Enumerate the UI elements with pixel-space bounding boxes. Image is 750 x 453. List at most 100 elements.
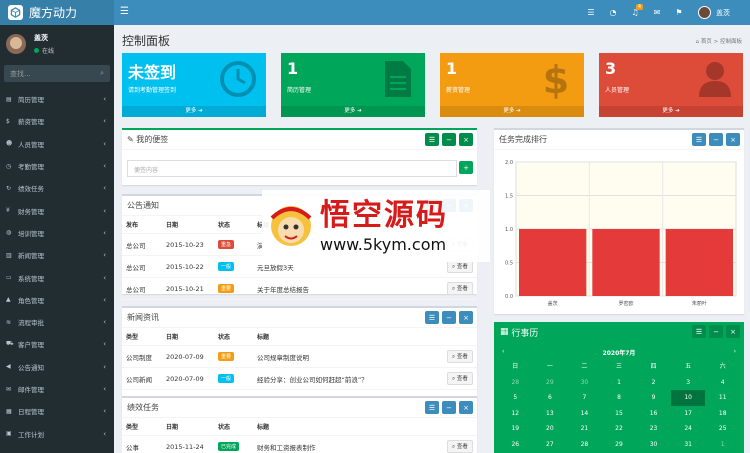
collapse-button[interactable]: − xyxy=(709,325,723,338)
calendar-day[interactable]: 29 xyxy=(533,375,568,391)
close-button[interactable]: × xyxy=(726,325,740,338)
calendar-day[interactable]: 28 xyxy=(567,437,602,453)
cell-title[interactable]: 关于年度总结报告 xyxy=(253,277,443,300)
calendar-day[interactable]: 4 xyxy=(705,375,740,391)
sidebar-item-dollar[interactable]: $ 薪资管理 ‹ xyxy=(0,110,114,132)
calendar-day[interactable]: 20 xyxy=(533,421,568,437)
stat-more-link[interactable]: 更多 ➔ xyxy=(281,106,425,117)
sidebar-item-news[interactable]: ▥ 新闻管理 ‹ xyxy=(0,244,114,266)
calendar-day[interactable]: 3 xyxy=(671,375,706,391)
calendar-day[interactable]: 15 xyxy=(602,406,637,422)
calendar-day[interactable]: 22 xyxy=(602,421,637,437)
logo[interactable]: 魔方动力 xyxy=(0,0,114,25)
list-button[interactable]: ☰ xyxy=(425,311,439,324)
sidebar-item-flow[interactable]: ≋ 流程审批 ‹ xyxy=(0,311,114,333)
envelope-icon[interactable]: ✉ xyxy=(646,8,668,17)
view-button[interactable]: ⌕ 查看 xyxy=(447,350,473,363)
collapse-button[interactable]: − xyxy=(442,401,456,414)
list-button[interactable]: ☰ xyxy=(425,133,439,146)
sidebar-item-briefcase[interactable]: ▣ 工作计划 ‹ xyxy=(0,422,114,444)
sidebar-item-calendar[interactable]: ▦ 日程管理 ‹ xyxy=(0,400,114,422)
close-button[interactable]: × xyxy=(459,311,473,324)
chat-icon[interactable]: ◔ xyxy=(602,8,624,17)
bar[interactable] xyxy=(592,229,660,296)
calendar-day[interactable]: 30 xyxy=(567,375,602,391)
calendar-day[interactable]: 26 xyxy=(498,437,533,453)
sidebar-item-globe[interactable]: ◍ 培训管理 ‹ xyxy=(0,222,114,244)
x-tick-label: 朱丽叶 xyxy=(692,300,707,307)
list-icon[interactable]: ☰ xyxy=(580,8,602,17)
user-menu[interactable]: 盖茨 xyxy=(698,6,730,19)
calendar-day[interactable]: 23 xyxy=(636,421,671,437)
sidebar-item-folder[interactable]: ▰文档管理‹ xyxy=(0,445,114,453)
calendar-day[interactable]: 17 xyxy=(671,406,706,422)
bell-icon[interactable]: ♫ 4 xyxy=(624,4,646,17)
collapse-button[interactable]: − xyxy=(442,311,456,324)
sidebar-item-user[interactable]: ☻ 人员管理 ‹ xyxy=(0,133,114,155)
cell-title[interactable]: 公司规章制度说明 xyxy=(253,345,443,368)
calendar-day[interactable]: 7 xyxy=(567,390,602,406)
calendar-day[interactable]: 16 xyxy=(636,406,671,422)
cell-title[interactable]: 财务和工资报表制作 xyxy=(253,435,443,453)
calendar-day[interactable]: 25 xyxy=(705,421,740,437)
news-title: 新闻资讯 xyxy=(127,313,159,322)
calendar-day[interactable]: 18 xyxy=(705,406,740,422)
sidebar-item-cart[interactable]: ⛟ 客户管理 ‹ xyxy=(0,333,114,355)
flag-icon[interactable]: ⚑ xyxy=(668,8,690,17)
cell-title[interactable]: 经验分享：创业公司如何赶超“前浪”？ xyxy=(253,367,443,390)
view-button[interactable]: ⌕ 查看 xyxy=(447,282,473,295)
sidebar-item-graduation[interactable]: ▲ 角色管理 ‹ xyxy=(0,289,114,311)
calendar-today[interactable]: 10 xyxy=(670,390,706,406)
calendar-day[interactable]: 11 xyxy=(705,390,740,406)
calendar-day[interactable]: 5 xyxy=(498,390,533,406)
list-button[interactable]: ☰ xyxy=(425,401,439,414)
bar[interactable] xyxy=(519,229,587,296)
calendar-day[interactable]: 28 xyxy=(498,375,533,391)
sidebar-item-mail[interactable]: ✉ 邮件管理 ‹ xyxy=(0,378,114,400)
close-button[interactable]: × xyxy=(726,133,740,146)
prev-month-button[interactable]: ‹ xyxy=(502,348,504,357)
bar[interactable] xyxy=(665,229,733,296)
calendar-day[interactable]: 24 xyxy=(671,421,706,437)
calendar-day[interactable]: 27 xyxy=(533,437,568,453)
close-button[interactable]: × xyxy=(459,133,473,146)
add-memo-button[interactable]: + xyxy=(459,161,473,174)
calendar-day[interactable]: 19 xyxy=(498,421,533,437)
collapse-button[interactable]: − xyxy=(709,133,723,146)
dollar-icon: $ xyxy=(6,117,10,125)
sidebar-item-money[interactable]: ¥ 财务管理 ‹ xyxy=(0,199,114,221)
stat-more-link[interactable]: 更多 ➔ xyxy=(599,106,743,117)
next-month-button[interactable]: › xyxy=(734,348,736,357)
calendar-day[interactable]: 14 xyxy=(567,406,602,422)
calendar-day[interactable]: 30 xyxy=(636,437,671,453)
stat-more-link[interactable]: 更多 ➔ xyxy=(122,106,266,117)
calendar-day[interactable]: 1 xyxy=(705,437,740,453)
sidebar-item-bullhorn[interactable]: ◀ 公告通知 ‹ xyxy=(0,356,114,378)
list-button[interactable]: ☰ xyxy=(692,325,706,338)
breadcrumb-home[interactable]: 首页 xyxy=(701,39,712,45)
calendar-day[interactable]: 31 xyxy=(671,437,706,453)
collapse-button[interactable]: − xyxy=(442,133,456,146)
calendar-day[interactable]: 6 xyxy=(533,390,568,406)
memo-input[interactable]: 便签内容 xyxy=(127,160,457,177)
sidebar-item-file[interactable]: ▤ 简历管理 ‹ xyxy=(0,88,114,110)
stat-more-link[interactable]: 更多 ➔ xyxy=(440,106,584,117)
sidebar-item-refresh[interactable]: ↻ 绩效任务 ‹ xyxy=(0,177,114,199)
view-button[interactable]: ⌕ 查看 xyxy=(447,372,473,385)
calendar-day[interactable]: 12 xyxy=(498,406,533,422)
sidebar-item-clock[interactable]: ◷ 考勤管理 ‹ xyxy=(0,155,114,177)
calendar-day[interactable]: 13 xyxy=(533,406,568,422)
calendar-day[interactable]: 9 xyxy=(636,390,671,406)
sidebar-item-desktop[interactable]: ▭ 系统管理 ‹ xyxy=(0,266,114,288)
calendar-day[interactable]: 21 xyxy=(567,421,602,437)
calendar-day[interactable]: 1 xyxy=(602,375,637,391)
list-button[interactable]: ☰ xyxy=(692,133,706,146)
calendar-day[interactable]: 8 xyxy=(602,390,637,406)
sidebar-search-input[interactable]: 查找... ⌕ xyxy=(4,65,110,82)
calendar-day[interactable]: 29 xyxy=(602,437,637,453)
calendar-day[interactable]: 2 xyxy=(636,375,671,391)
sidebar-toggle-icon[interactable]: ☰ xyxy=(120,6,129,17)
close-button[interactable]: × xyxy=(459,401,473,414)
search-icon[interactable]: ⌕ xyxy=(100,69,104,78)
view-button[interactable]: ⌕ 查看 xyxy=(447,440,473,453)
